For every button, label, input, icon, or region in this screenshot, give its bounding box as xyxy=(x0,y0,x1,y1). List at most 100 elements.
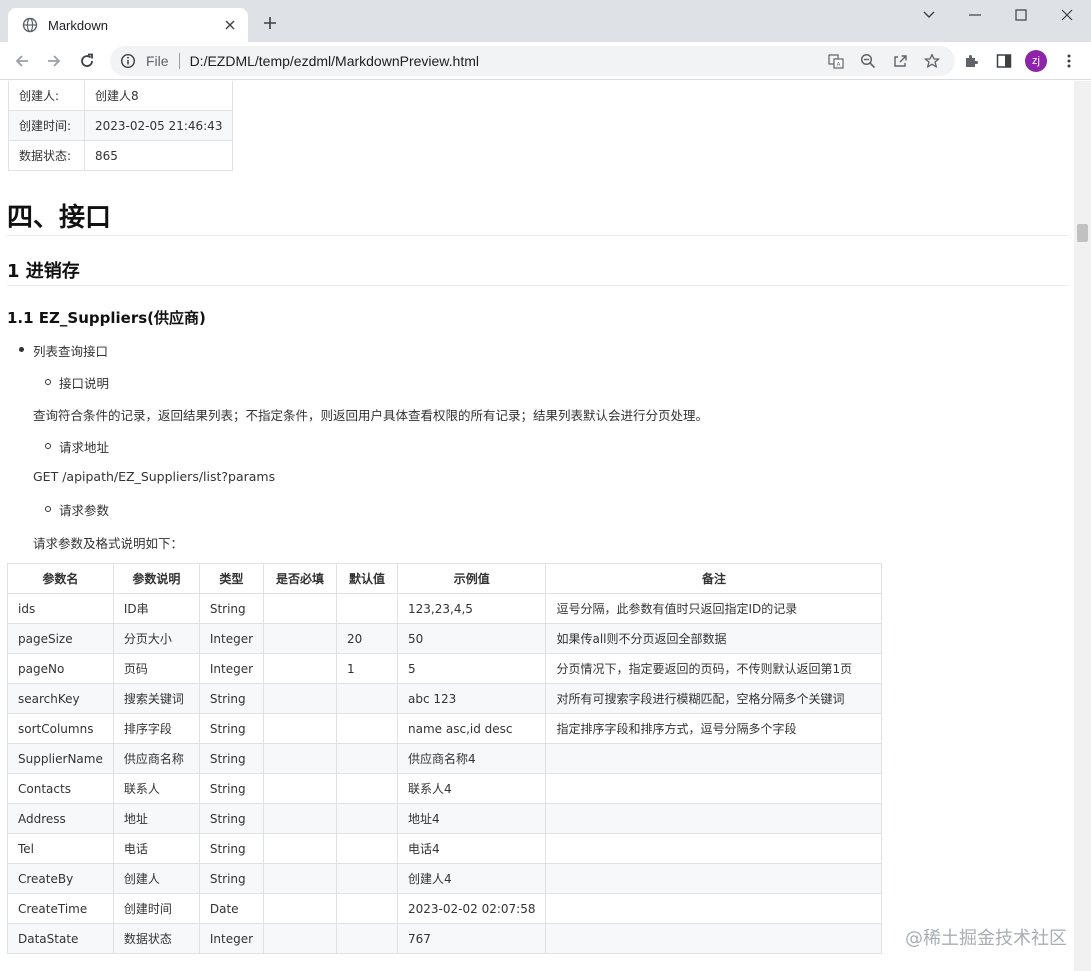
param-remark-cell xyxy=(545,893,883,924)
bullet-circle xyxy=(45,443,51,449)
url-scheme: File xyxy=(146,53,169,69)
table-row: DataState 数据状态 Integer 767 xyxy=(7,923,883,954)
param-name-cell: pageSize xyxy=(7,623,114,654)
param-name-cell: CreateBy xyxy=(7,863,114,894)
param-desc-cell: 排序字段 xyxy=(112,713,200,744)
param-desc-cell: 创建人 xyxy=(112,863,200,894)
param-remark-cell xyxy=(545,833,883,864)
bullet-disc xyxy=(19,347,24,352)
param-type-cell: Integer xyxy=(198,923,265,954)
column-header: 参数名 xyxy=(7,563,114,594)
param-name-cell: pageNo xyxy=(7,653,114,684)
more-menu-icon[interactable] xyxy=(1061,53,1077,69)
param-default-cell: 1 xyxy=(336,653,399,684)
record-detail-table: 创建人: 创建人8 创建时间: 2023-02-05 21:46:43 数据状态: 8… xyxy=(8,81,234,171)
param-type-cell: Integer xyxy=(198,623,265,654)
table-row: ids ID串 String 123,23,4,5 逗号分隔，此参数有值时只返回指定ID… xyxy=(7,593,883,624)
globe-icon xyxy=(22,17,38,33)
share-icon[interactable] xyxy=(892,53,908,69)
param-type-cell: Integer xyxy=(198,653,265,684)
sub-list-item: 请求地址 xyxy=(59,440,110,455)
params-table-body: ids ID串 String 123,23,4,5 逗号分隔，此参数有值时只返回指定ID… xyxy=(7,593,883,954)
param-remark-cell xyxy=(545,803,883,834)
param-example-cell: 50 xyxy=(397,623,547,654)
param-required-cell xyxy=(263,833,338,864)
list-item: 列表查询接口 xyxy=(33,344,109,359)
translate-icon[interactable]: A xyxy=(828,53,844,69)
table-row: sortColumns 排序字段 String name asc,id desc 指定排… xyxy=(7,713,883,744)
param-default-cell xyxy=(336,683,399,714)
bullet-circle xyxy=(45,379,51,385)
param-desc-cell: 联系人 xyxy=(112,773,200,804)
param-desc-cell: 搜索关键词 xyxy=(112,683,200,714)
field-label: 创建时间: xyxy=(8,110,85,141)
param-example-cell: 2023-02-02 02:07:58 xyxy=(397,893,547,924)
url-divider xyxy=(178,53,180,69)
new-tab-button[interactable] xyxy=(260,13,280,33)
param-default-cell xyxy=(336,833,399,864)
field-value: 865 xyxy=(83,140,234,171)
page-content: 创建人: 创建人8 创建时间: 2023-02-05 21:46:43 数据状态: 8… xyxy=(0,81,1074,971)
minimize-button[interactable] xyxy=(952,4,998,26)
param-name-cell: CreateTime xyxy=(7,893,114,924)
paragraph: GET /apipath/EZ_Suppliers/list?params xyxy=(33,469,276,484)
info-icon[interactable] xyxy=(120,53,136,69)
table-row: CreateBy 创建人 String 创建人4 xyxy=(7,863,883,894)
browser-tab[interactable]: Markdown xyxy=(8,8,248,42)
param-required-cell xyxy=(263,773,338,804)
param-example-cell: 767 xyxy=(397,923,547,954)
param-name-cell: DataState xyxy=(7,923,114,954)
section-heading: 四、接口 xyxy=(7,203,112,233)
vertical-scrollbar[interactable] xyxy=(1074,81,1091,971)
extensions-icon[interactable] xyxy=(963,53,979,69)
zoom-icon[interactable] xyxy=(860,53,876,69)
param-name-cell: ids xyxy=(7,593,114,624)
param-example-cell: 5 xyxy=(397,653,547,684)
scrollbar-thumb[interactable] xyxy=(1077,224,1088,242)
param-type-cell: String xyxy=(198,683,265,714)
close-window-button[interactable] xyxy=(1044,4,1090,26)
param-default-cell xyxy=(336,893,399,924)
close-icon[interactable] xyxy=(222,17,238,33)
profile-avatar[interactable]: zj xyxy=(1025,50,1047,72)
field-value: 创建人8 xyxy=(83,81,234,111)
table-header-row: 参数名 参数说明 类型 是否必填 默认值 示例值 备注 xyxy=(7,563,883,594)
param-example-cell: 地址4 xyxy=(397,803,547,834)
bookmark-star-icon[interactable] xyxy=(924,53,940,69)
sub-list-item: 请求参数 xyxy=(59,503,110,518)
table-row: Address 地址 String 地址4 xyxy=(7,803,883,834)
param-type-cell: String xyxy=(198,833,265,864)
param-default-cell: 20 xyxy=(336,623,399,654)
param-type-cell: String xyxy=(198,803,265,834)
forward-icon[interactable] xyxy=(42,49,66,73)
param-desc-cell: 创建时间 xyxy=(112,893,200,924)
param-remark-cell: 对所有可搜索字段进行模糊匹配，空格分隔多个关键词 xyxy=(545,683,883,714)
param-desc-cell: 页码 xyxy=(112,653,200,684)
param-example-cell: name asc,id desc xyxy=(397,713,547,744)
param-remark-cell xyxy=(545,743,883,774)
table-row: 创建人: 创建人8 xyxy=(8,81,234,111)
param-example-cell: 123,23,4,5 xyxy=(397,593,547,624)
column-header: 是否必填 xyxy=(263,563,338,594)
table-row: searchKey 搜索关键词 String abc 123 对所有可搜索字段进行模糊匹… xyxy=(7,683,883,714)
tab-search-icon[interactable] xyxy=(906,4,952,26)
param-remark-cell: 如果传all则不分页返回全部数据 xyxy=(545,623,883,654)
reload-icon[interactable] xyxy=(75,49,99,73)
field-label: 数据状态: xyxy=(8,140,85,171)
param-required-cell xyxy=(263,863,338,894)
param-default-cell xyxy=(336,923,399,954)
param-required-cell xyxy=(263,623,338,654)
maximize-button[interactable] xyxy=(998,4,1044,26)
heading-divider xyxy=(7,285,1069,286)
param-name-cell: Tel xyxy=(7,833,114,864)
param-name-cell: Contacts xyxy=(7,773,114,804)
param-type-cell: Date xyxy=(198,893,265,924)
param-remark-cell xyxy=(545,773,883,804)
param-desc-cell: 电话 xyxy=(112,833,200,864)
side-panel-icon[interactable] xyxy=(996,53,1012,69)
param-type-cell: String xyxy=(198,593,265,624)
params-table: 参数名 参数说明 类型 是否必填 默认值 示例值 备注 ids ID串 String… xyxy=(7,563,883,954)
column-header: 类型 xyxy=(198,563,265,594)
heading-divider xyxy=(7,235,1069,236)
back-icon[interactable] xyxy=(10,49,34,73)
